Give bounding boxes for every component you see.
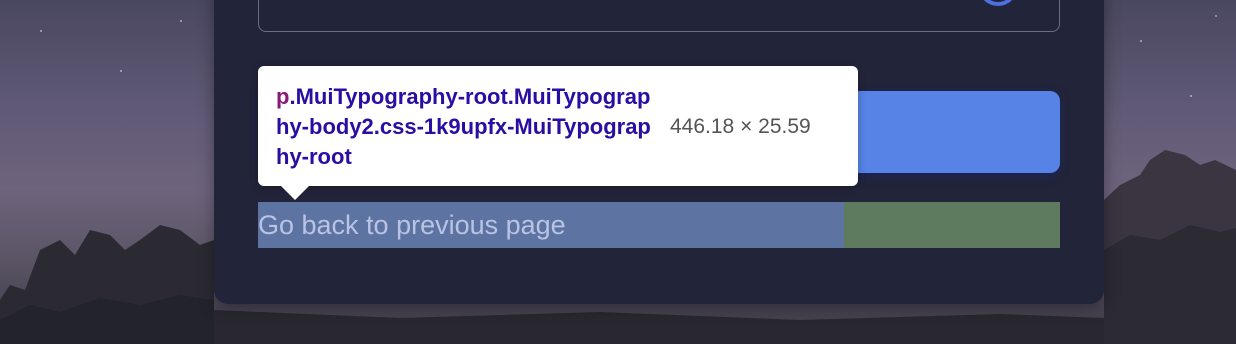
element-dimensions: 446.18 × 25.59 [670, 115, 811, 138]
inspector-margin-highlight [844, 202, 1060, 248]
page-background: Go back to previous page p.MuiTypography… [0, 0, 1236, 344]
element-selector: p.MuiTypography-root.MuiTypography-body2… [276, 82, 656, 172]
tooltip-arrow [281, 186, 309, 200]
class-selector: .MuiTypography-root.MuiTypography-body2.… [276, 84, 651, 169]
back-link[interactable]: Go back to previous page [258, 202, 844, 248]
tag-name: p [276, 84, 290, 109]
eye-icon[interactable] [978, 0, 1018, 6]
password-field[interactable] [258, 0, 1060, 32]
back-link-row: Go back to previous page [258, 202, 1060, 248]
inspector-tooltip: p.MuiTypography-root.MuiTypography-body2… [258, 66, 858, 186]
